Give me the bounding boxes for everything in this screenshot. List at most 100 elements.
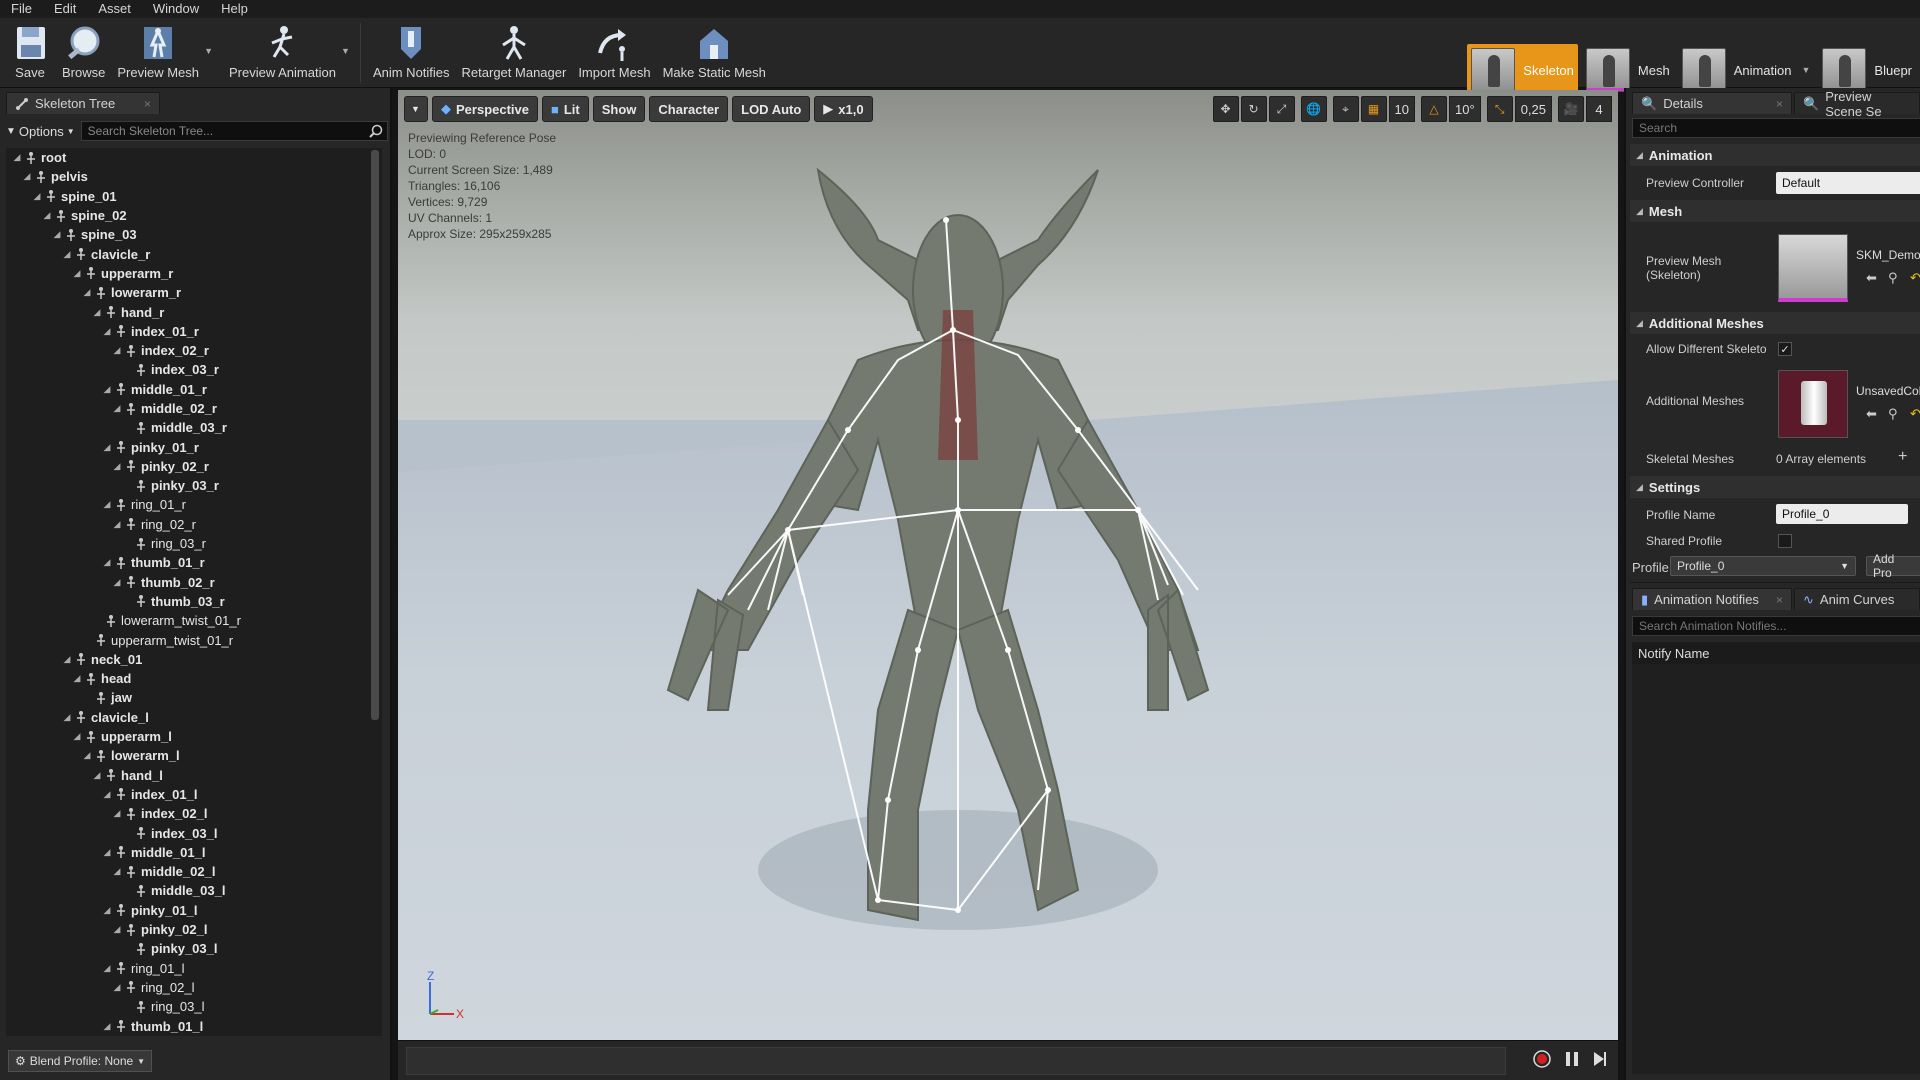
tree-row-spine-02[interactable]: ◢ spine_02 [6, 206, 382, 225]
expand-arrow-icon[interactable]: ◢ [112, 519, 122, 530]
grid-snap-value[interactable]: 10 [1388, 96, 1416, 122]
notify-name-column-header[interactable]: Notify Name [1632, 642, 1920, 664]
tree-row-head[interactable]: ◢ head [6, 669, 382, 688]
tree-row-upperarm-twist-01-r[interactable]: upperarm_twist_01_r [6, 630, 382, 649]
preview-mesh-dropdown-icon[interactable]: ▼ [204, 46, 213, 56]
expand-arrow-icon[interactable]: ◢ [102, 789, 112, 800]
tree-row-thumb-01-r[interactable]: ◢ thumb_01_r [6, 553, 382, 572]
category-mesh[interactable]: ◢ Mesh [1630, 200, 1920, 222]
shared-profile-checkbox[interactable] [1778, 534, 1792, 548]
expand-arrow-icon[interactable]: ◢ [102, 384, 112, 395]
expand-arrow-icon[interactable]: ◢ [112, 866, 122, 877]
expand-arrow-icon[interactable]: ◢ [102, 905, 112, 916]
blend-profile-dropdown[interactable]: ⚙ Blend Profile: None ▼ [8, 1050, 153, 1072]
perspective-button[interactable]: ◆ Perspective [432, 96, 538, 122]
expand-arrow-icon[interactable]: ◢ [92, 307, 102, 318]
browse-asset-icon[interactable]: ⚲ [1888, 270, 1898, 286]
expand-arrow-icon[interactable]: ◢ [82, 287, 92, 298]
tab-animation-notifies[interactable]: ▮ Animation Notifies × [1632, 588, 1792, 610]
notifies-search-input[interactable]: Search Animation Notifies... [1632, 616, 1920, 636]
translate-icon[interactable]: ✥ [1212, 96, 1239, 122]
tree-row-ring-03-r[interactable]: ring_03_r [6, 534, 382, 553]
animation-dropdown-icon[interactable]: ▼ [1802, 65, 1811, 75]
expand-arrow-icon[interactable]: ◢ [32, 191, 42, 202]
tree-row-index-02-l[interactable]: ◢ index_02_l [6, 804, 382, 823]
save-button[interactable]: Save [4, 21, 56, 85]
expand-arrow-icon[interactable]: ◢ [112, 808, 122, 819]
expand-arrow-icon[interactable]: ◢ [112, 461, 122, 472]
tree-row-middle-02-r[interactable]: ◢ middle_02_r [6, 399, 382, 418]
expand-arrow-icon[interactable]: ◢ [62, 654, 72, 665]
expand-arrow-icon[interactable]: ◢ [62, 249, 72, 260]
viewport-options-button[interactable]: ▼ [404, 96, 428, 122]
record-icon[interactable] [1532, 1049, 1552, 1069]
preview-animation-dropdown-icon[interactable]: ▼ [341, 46, 350, 56]
tree-row-index-02-r[interactable]: ◢ index_02_r [6, 341, 382, 360]
expand-arrow-icon[interactable]: ◢ [102, 442, 112, 453]
expand-arrow-icon[interactable]: ◢ [102, 557, 112, 568]
expand-arrow-icon[interactable]: ◢ [52, 229, 62, 240]
expand-arrow-icon[interactable]: ◢ [72, 731, 82, 742]
tree-row-index-03-l[interactable]: index_03_l [6, 823, 382, 842]
camera-speed-icon[interactable]: 🎥 [1558, 96, 1584, 122]
tree-row-ring-03-l[interactable]: ring_03_l [6, 997, 382, 1016]
tree-row-pinky-03-r[interactable]: pinky_03_r [6, 476, 382, 495]
expand-arrow-icon[interactable]: ◢ [112, 345, 122, 356]
expand-arrow-icon[interactable]: ◢ [92, 770, 102, 781]
tab-anim-curves[interactable]: ∿ Anim Curves [1794, 588, 1920, 610]
scale-snap-icon[interactable]: ⤡ [1486, 96, 1513, 122]
camera-speed-value[interactable]: 4 [1586, 96, 1612, 122]
tree-row-ring-01-r[interactable]: ◢ ring_01_r [6, 495, 382, 514]
expand-arrow-icon[interactable]: ◢ [112, 577, 122, 588]
viewport[interactable]: ▼ ◆ Perspective ■ Lit Show Character LOD… [398, 90, 1618, 1040]
tree-row-upperarm-r[interactable]: ◢ upperarm_r [6, 264, 382, 283]
close-icon[interactable]: × [1776, 97, 1783, 111]
tree-row-index-03-r[interactable]: index_03_r [6, 360, 382, 379]
tree-row-middle-01-l[interactable]: ◢ middle_01_l [6, 843, 382, 862]
tree-row-pinky-01-l[interactable]: ◢ pinky_01_l [6, 901, 382, 920]
expand-arrow-icon[interactable]: ◢ [102, 326, 112, 337]
expand-arrow-icon[interactable]: ◢ [102, 963, 112, 974]
details-search-input[interactable]: Search [1632, 118, 1920, 138]
playback-speed-button[interactable]: ▶ x1,0 [814, 96, 873, 122]
expand-arrow-icon[interactable]: ◢ [112, 924, 122, 935]
scale-icon[interactable]: ⤢ [1268, 96, 1295, 122]
menu-file[interactable]: File [0, 0, 43, 18]
tree-row-lowerarm-r[interactable]: ◢ lowerarm_r [6, 283, 382, 302]
rotate-icon[interactable]: ↻ [1240, 96, 1267, 122]
surface-snap-icon[interactable]: ⌖ [1332, 96, 1359, 122]
tree-row-clavicle-r[interactable]: ◢ clavicle_r [6, 244, 382, 263]
tree-row-clavicle-l[interactable]: ◢ clavicle_l [6, 708, 382, 727]
preview-controller-dropdown[interactable]: Default [1776, 172, 1920, 194]
tree-row-hand-r[interactable]: ◢ hand_r [6, 302, 382, 321]
tree-row-thumb-02-r[interactable]: ◢ thumb_02_r [6, 573, 382, 592]
use-selected-icon[interactable]: ⬅ [1866, 406, 1877, 422]
preview-mesh-button[interactable]: Preview Mesh ▼ [111, 21, 213, 85]
expand-arrow-icon[interactable]: ◢ [72, 268, 82, 279]
import-mesh-button[interactable]: Import Mesh [572, 21, 656, 85]
menu-edit[interactable]: Edit [43, 0, 87, 18]
menu-asset[interactable]: Asset [87, 0, 142, 18]
allow-different-skeletons-checkbox[interactable]: ✓ [1778, 342, 1792, 356]
tree-row-jaw[interactable]: jaw [6, 688, 382, 707]
skeleton-search-input[interactable]: Search Skeleton Tree... [80, 121, 388, 141]
timeline-scrubber[interactable] [406, 1047, 1506, 1075]
expand-arrow-icon[interactable]: ◢ [42, 210, 52, 221]
category-additional-meshes[interactable]: ◢ Additional Meshes [1630, 312, 1920, 334]
tree-row-hand-l[interactable]: ◢ hand_l [6, 766, 382, 785]
expand-arrow-icon[interactable]: ◢ [82, 750, 92, 761]
show-button[interactable]: Show [592, 96, 646, 122]
tree-row-pelvis[interactable]: ◢ pelvis [6, 167, 382, 186]
tab-preview-scene-settings[interactable]: 🔍 Preview Scene Se [1794, 89, 1920, 119]
tree-row-thumb-01-l[interactable]: ◢ thumb_01_l [6, 1016, 382, 1035]
tree-row-neck-01[interactable]: ◢ neck_01 [6, 650, 382, 669]
expand-arrow-icon[interactable]: ◢ [102, 499, 112, 510]
tree-row-ring-01-l[interactable]: ◢ ring_01_l [6, 958, 382, 977]
tree-row-middle-02-l[interactable]: ◢ middle_02_l [6, 862, 382, 881]
lit-button[interactable]: ■ Lit [542, 96, 589, 122]
tree-row-lowerarm-twist-01-r[interactable]: lowerarm_twist_01_r [6, 611, 382, 630]
retarget-manager-button[interactable]: Retarget Manager [456, 21, 573, 85]
step-forward-icon[interactable] [1592, 1049, 1608, 1069]
character-button[interactable]: Character [649, 96, 729, 122]
tree-row-ring-02-r[interactable]: ◢ ring_02_r [6, 515, 382, 534]
